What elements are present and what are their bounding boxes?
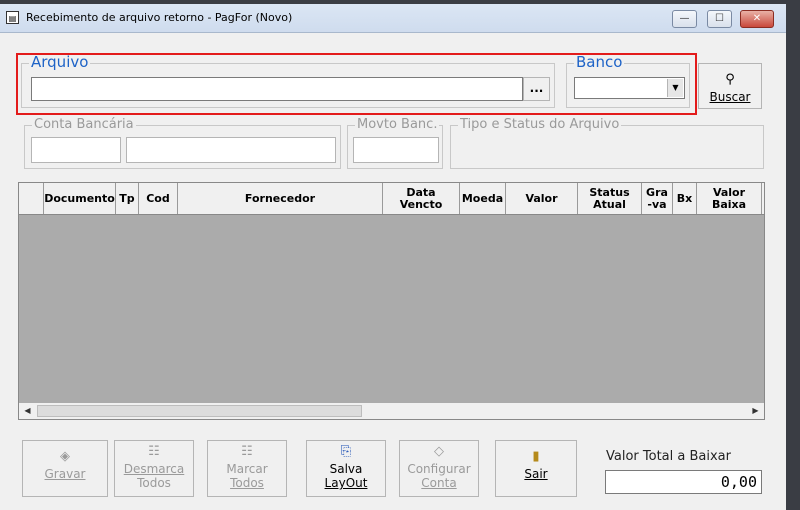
conta-bancaria-group: Conta Bancária bbox=[24, 117, 341, 169]
col-cod[interactable]: Cod bbox=[139, 183, 178, 214]
binoculars-icon: ⚲ bbox=[725, 72, 735, 87]
main-window: ▤ Recebimento de arquivo retorno - PagFo… bbox=[0, 4, 800, 510]
gravar-label: Gravar bbox=[44, 467, 86, 481]
tipo-status-group: Tipo e Status do Arquivo bbox=[450, 117, 764, 169]
close-button[interactable]: ✕ bbox=[740, 10, 774, 28]
col-moeda[interactable]: Moeda bbox=[460, 183, 506, 214]
configurar-conta-button[interactable]: ◇ Configurar Conta bbox=[399, 440, 479, 497]
valor-total-field: 0,00 bbox=[605, 470, 762, 494]
configurar-label-2: Conta bbox=[421, 476, 457, 490]
gravar-button[interactable]: ◈ Gravar bbox=[22, 440, 108, 497]
sair-button[interactable]: ▮ Sair bbox=[495, 440, 577, 497]
movto-banc-group: Movto Banc. bbox=[347, 117, 443, 169]
buscar-button[interactable]: ⚲ Buscar bbox=[698, 63, 762, 109]
movto-banc-label: Movto Banc. bbox=[355, 117, 440, 133]
marcar-label-1: Marcar bbox=[226, 462, 268, 476]
buscar-label: Buscar bbox=[709, 90, 751, 104]
marcar-todos-button[interactable]: ☷ Marcar Todos bbox=[207, 440, 287, 497]
scroll-right-icon[interactable]: ▶ bbox=[747, 403, 764, 419]
window-title: Recebimento de arquivo retorno - PagFor … bbox=[26, 11, 293, 24]
desmarca-label-1: Desmarca bbox=[123, 462, 185, 476]
col-valor-baixa[interactable]: Valor Baixa bbox=[697, 183, 762, 214]
salva-label-1: Salva bbox=[329, 462, 363, 476]
scroll-left-icon[interactable]: ◀ bbox=[19, 403, 36, 419]
agencia-field[interactable] bbox=[31, 137, 121, 163]
row-selector-header bbox=[19, 183, 44, 214]
salva-label-2: LayOut bbox=[324, 476, 368, 490]
movto-banc-field[interactable] bbox=[353, 137, 439, 163]
col-documento[interactable]: Documento bbox=[44, 183, 116, 214]
col-valor[interactable]: Valor bbox=[506, 183, 578, 214]
horizontal-scrollbar[interactable]: ◀ ▶ bbox=[18, 403, 765, 420]
config-icon: ◇ bbox=[434, 444, 444, 459]
title-bar: ▤ Recebimento de arquivo retorno - PagFo… bbox=[0, 4, 786, 33]
exit-door-icon: ▮ bbox=[532, 449, 540, 464]
conta-bancaria-label: Conta Bancária bbox=[32, 117, 136, 133]
desmarca-label-2: Todos bbox=[137, 476, 171, 490]
minimize-button[interactable]: — bbox=[672, 10, 697, 28]
disk-icon: ◈ bbox=[60, 449, 70, 464]
col-grava[interactable]: Gra-va bbox=[642, 183, 673, 214]
grid-header: Documento Tp Cod Fornecedor Data Vencto … bbox=[19, 183, 764, 215]
maximize-button[interactable]: ☐ bbox=[707, 10, 732, 28]
valor-total-label: Valor Total a Baixar bbox=[606, 449, 731, 464]
checklist-icon: ☷ bbox=[241, 444, 253, 459]
scroll-thumb[interactable] bbox=[37, 405, 362, 417]
records-grid[interactable]: Documento Tp Cod Fornecedor Data Vencto … bbox=[18, 182, 765, 404]
tipo-status-label: Tipo e Status do Arquivo bbox=[458, 117, 622, 133]
col-bx[interactable]: Bx bbox=[673, 183, 697, 214]
col-status-atual[interactable]: Status Atual bbox=[578, 183, 642, 214]
marcar-label-2: Todos bbox=[230, 476, 264, 490]
col-tp[interactable]: Tp bbox=[116, 183, 139, 214]
sair-label: Sair bbox=[524, 467, 548, 481]
col-fornecedor[interactable]: Fornecedor bbox=[178, 183, 383, 214]
col-data-vencto[interactable]: Data Vencto bbox=[383, 183, 460, 214]
salva-layout-button[interactable]: ⎘ Salva LayOut bbox=[306, 440, 386, 497]
desmarca-todos-button[interactable]: ☷ Desmarca Todos bbox=[114, 440, 194, 497]
app-icon: ▤ bbox=[6, 11, 19, 24]
highlight-box bbox=[16, 53, 697, 115]
background-strip bbox=[786, 4, 800, 510]
save-layout-icon: ⎘ bbox=[340, 444, 352, 459]
conta-field[interactable] bbox=[126, 137, 336, 163]
form-body: Arquivo ... Banco ▼ ⚲ Buscar Conta Bancá… bbox=[0, 33, 786, 510]
unchecklist-icon: ☷ bbox=[148, 444, 160, 459]
configurar-label-1: Configurar bbox=[407, 462, 471, 476]
